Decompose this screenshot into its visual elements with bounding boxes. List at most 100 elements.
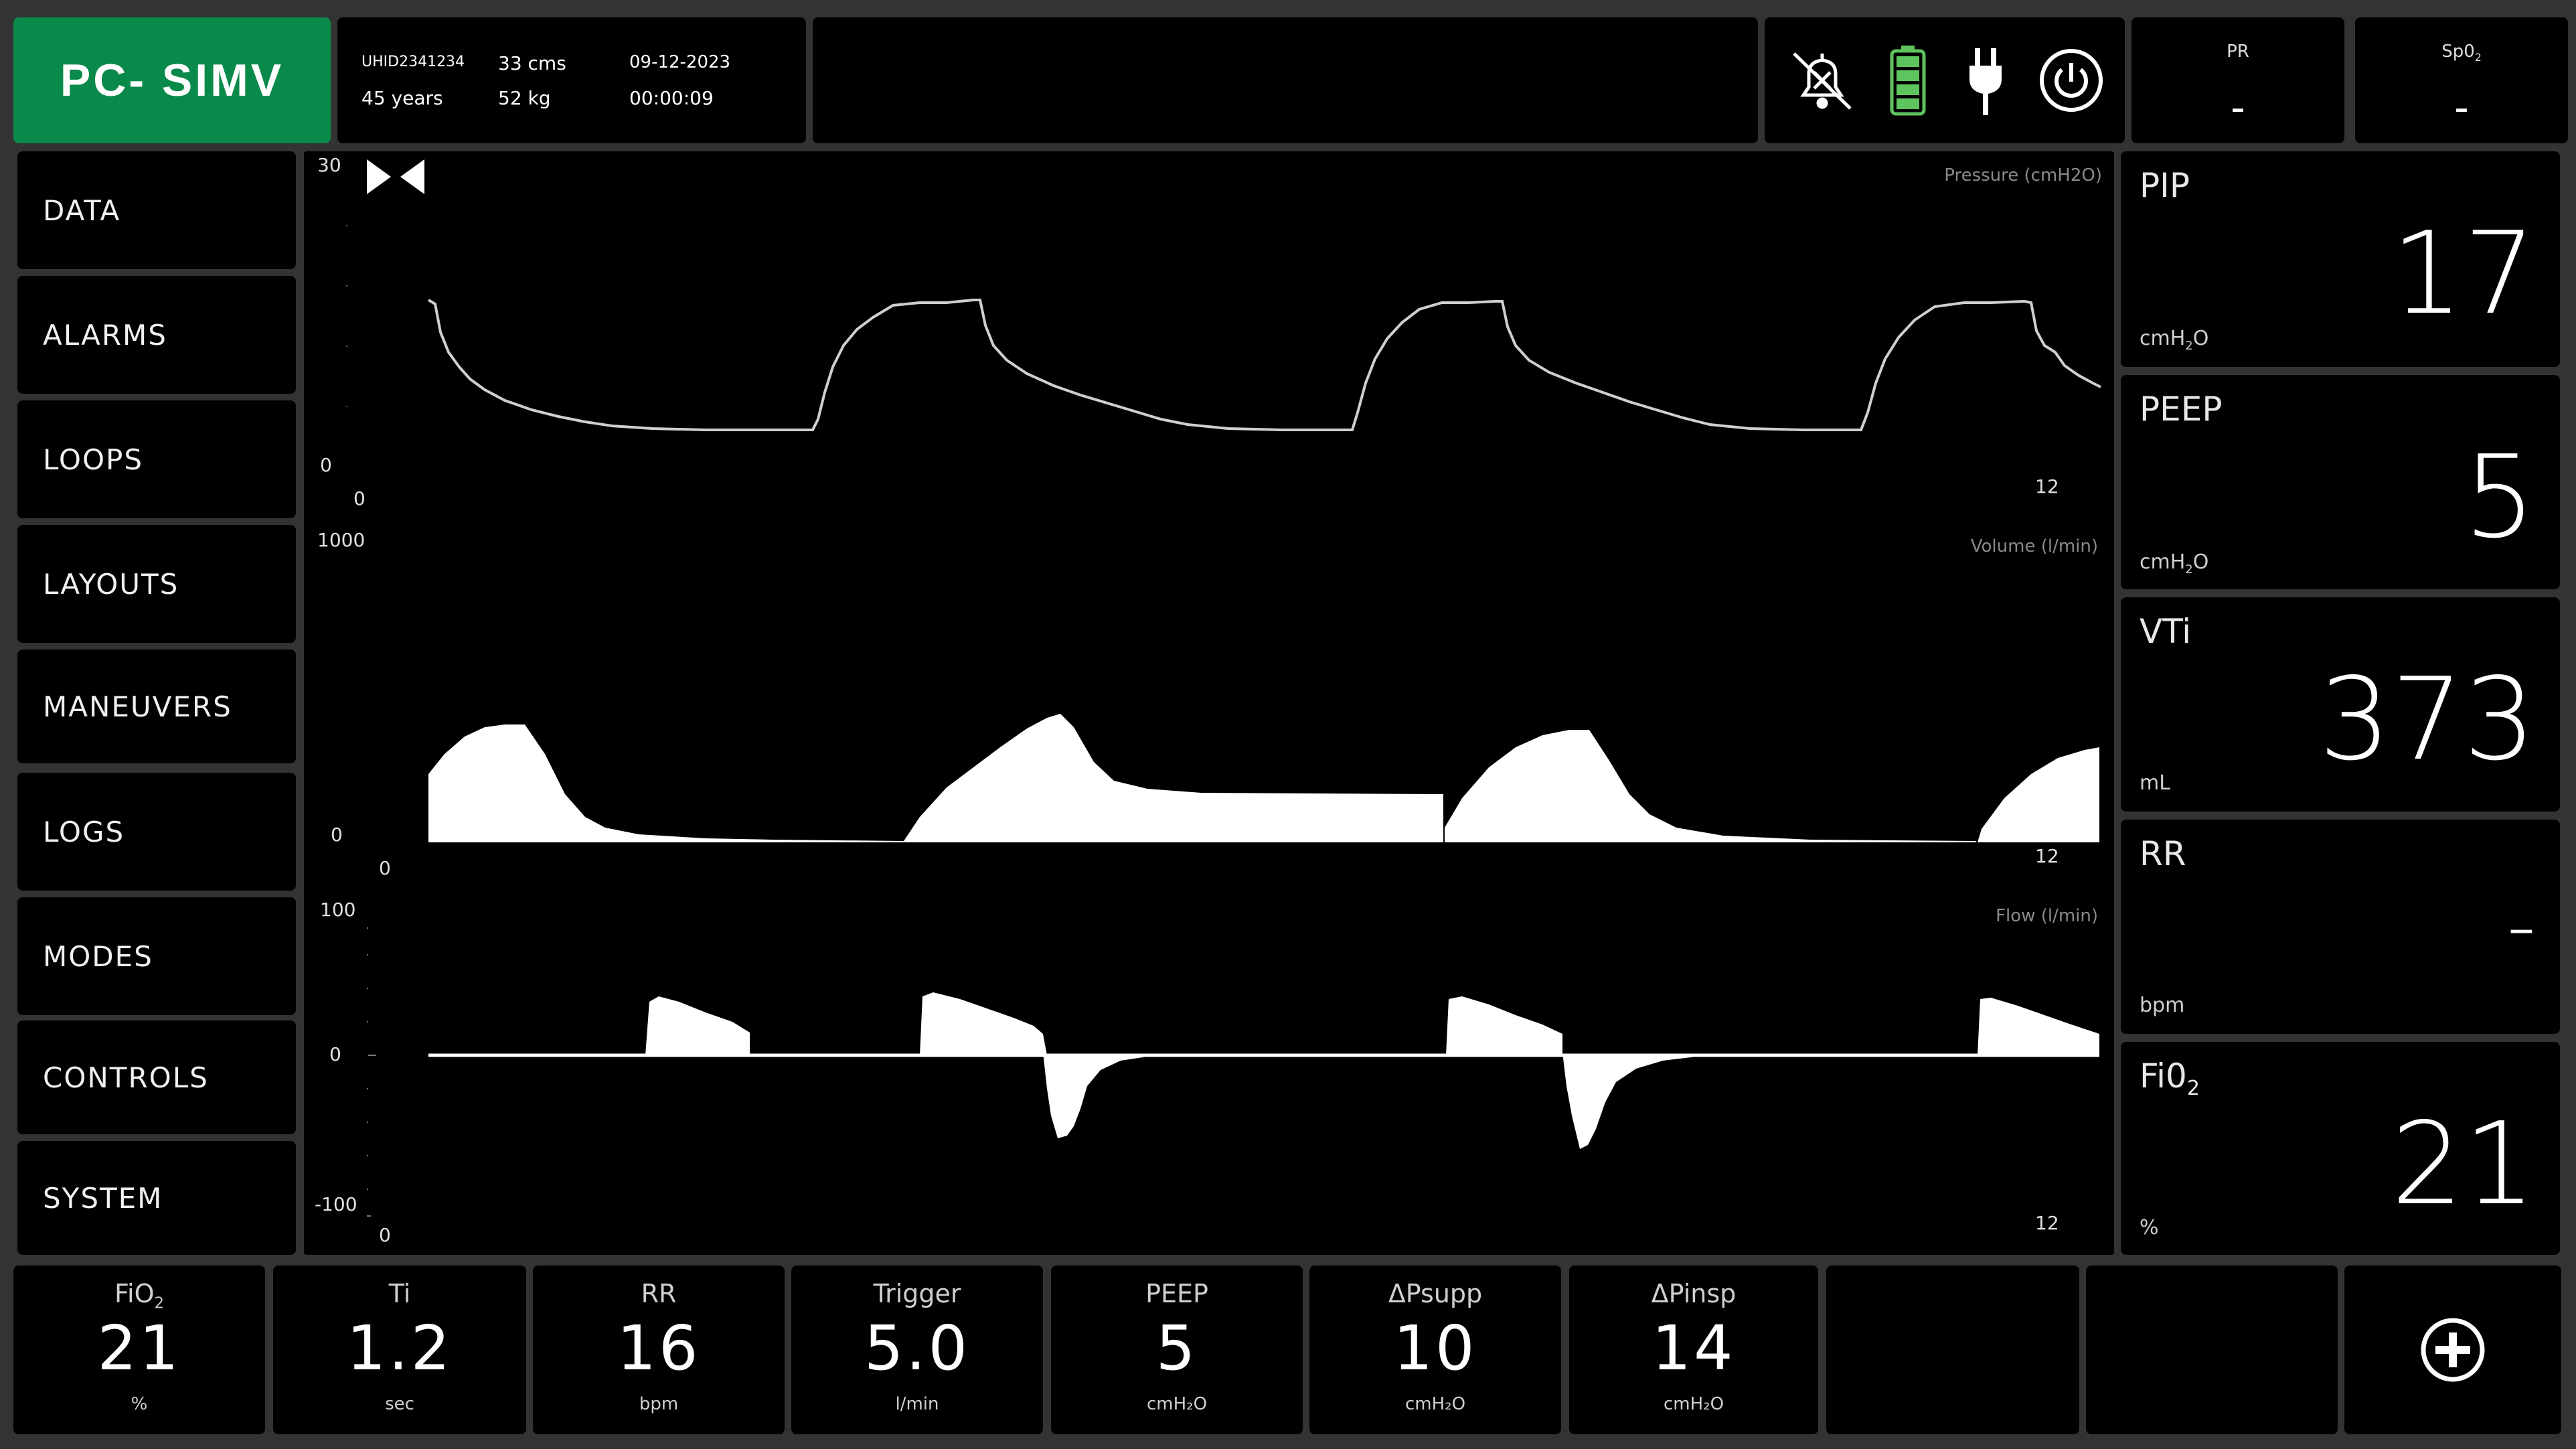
pip-value: 17	[2391, 208, 2536, 340]
control-unit: l/min	[895, 1394, 939, 1414]
waveform-canvas: Pressure (cmH2O) 30 0 0 12 Volume (l/min…	[315, 154, 2102, 1246]
vital-pip[interactable]: PIP 17 cmH2O	[2121, 151, 2560, 367]
spo2-display: Sp02 -	[2355, 17, 2568, 143]
spo2-value: -	[2454, 84, 2469, 131]
pressure-xmax: 12	[2035, 475, 2059, 498]
height: 33 cms	[498, 52, 566, 74]
volume-ymin: 0	[331, 824, 343, 846]
volume-xmin: 0	[379, 857, 391, 879]
pressure-trace	[427, 299, 2101, 431]
control-trigger[interactable]: Trigger 5.0 l/min	[791, 1266, 1043, 1434]
nav-system[interactable]: SYSTEM	[17, 1141, 296, 1255]
add-icon	[2419, 1316, 2486, 1386]
control-slot-empty-2[interactable]	[2086, 1266, 2338, 1434]
nav-logs[interactable]: LOGS	[17, 773, 296, 891]
flow-waveform: Flow (l/min) 100 0 -100 0 12	[315, 899, 2099, 1246]
rr-value: -	[2506, 880, 2536, 973]
control-pinsp[interactable]: ΔPinsp 14 cmH₂O	[1569, 1266, 1818, 1434]
pr-label: PR	[2227, 42, 2249, 62]
battery-icon	[1889, 44, 1927, 119]
pressure-ymin: 0	[320, 454, 332, 476]
peep-unit: cmH2O	[2140, 550, 2209, 577]
control-label: FiO2	[114, 1279, 165, 1312]
flow-ymid: 0	[329, 1043, 341, 1065]
control-rr[interactable]: RR 16 bpm	[533, 1266, 785, 1434]
nav-controls[interactable]: CONTROLS	[17, 1020, 296, 1134]
patient-info[interactable]: UHID2341234 45 years 33 cms 52 kg 09-12-…	[337, 17, 806, 143]
control-unit: cmH₂O	[1404, 1394, 1466, 1414]
date: 09-12-2023	[629, 52, 731, 72]
control-value: 10	[1393, 1312, 1477, 1384]
vti-value: 373	[2318, 654, 2536, 786]
weight: 52 kg	[498, 87, 551, 109]
control-unit: cmH₂O	[1663, 1394, 1724, 1414]
control-label: PEEP	[1145, 1279, 1208, 1308]
vti-unit: mL	[2140, 771, 2170, 795]
nav-modes[interactable]: MODES	[17, 897, 296, 1015]
vital-vti[interactable]: VTi 373 mL	[2121, 597, 2560, 812]
volume-xmax: 12	[2035, 845, 2059, 867]
vital-fio2[interactable]: Fi02 21 %	[2121, 1042, 2560, 1255]
control-peep[interactable]: PEEP 5 cmH₂O	[1051, 1266, 1303, 1434]
flow-ymax: 100	[320, 899, 355, 921]
pressure-xmin: 0	[353, 487, 366, 510]
nav-layouts[interactable]: LAYOUTS	[17, 525, 296, 643]
control-value: 5.0	[864, 1312, 971, 1384]
control-value: 16	[617, 1312, 701, 1384]
control-slot-empty-1[interactable]	[1826, 1266, 2079, 1434]
control-ti[interactable]: Ti 1.2 sec	[273, 1266, 526, 1434]
volume-trace	[428, 714, 1443, 842]
flow-ymin: -100	[315, 1193, 357, 1215]
rr-unit: bpm	[2140, 994, 2185, 1017]
nav-alarms[interactable]: ALARMS	[17, 276, 296, 394]
control-value: 14	[1652, 1312, 1736, 1384]
control-label: Ti	[388, 1279, 411, 1308]
nav-maneuvers[interactable]: MANEUVERS	[17, 650, 296, 763]
fio2-unit: %	[2140, 1216, 2159, 1239]
vital-peep[interactable]: PEEP 5 cmH2O	[2121, 375, 2560, 589]
nav-data[interactable]: DATA	[17, 151, 296, 269]
control-value: 21	[97, 1312, 181, 1384]
pressure-ymax: 30	[317, 154, 341, 176]
pressure-title: Pressure (cmH2O)	[1944, 165, 2102, 185]
uhid: UHID2341234	[361, 54, 465, 70]
volume-title: Volume (l/min)	[1971, 536, 2098, 556]
plug-icon	[1965, 47, 2006, 119]
age: 45 years	[361, 87, 443, 109]
control-unit: bpm	[639, 1394, 679, 1414]
elapsed-time: 00:00:09	[629, 87, 714, 109]
control-label: RR	[641, 1279, 677, 1308]
spo2-label: Sp02	[2441, 42, 2482, 64]
add-control-button[interactable]	[2344, 1266, 2561, 1434]
pip-label: PIP	[2140, 166, 2190, 205]
control-label: ΔPsupp	[1388, 1279, 1483, 1308]
status-icons-panel	[1765, 17, 2125, 143]
alarm-silenced-icon[interactable]	[1789, 47, 1856, 117]
mode-label: PC- SIMV	[60, 55, 285, 106]
control-fio2[interactable]: FiO2 21 %	[13, 1266, 265, 1434]
vital-rr[interactable]: RR - bpm	[2121, 820, 2560, 1034]
vti-label: VTi	[2140, 612, 2192, 651]
power-icon[interactable]	[2038, 47, 2105, 117]
header-spacer	[813, 17, 1758, 143]
ventilation-mode[interactable]: PC- SIMV	[13, 17, 331, 143]
flow-title: Flow (l/min)	[1996, 906, 2098, 926]
pip-unit: cmH2O	[2140, 327, 2209, 353]
freeze-icon[interactable]	[367, 159, 424, 194]
control-label: Trigger	[873, 1279, 961, 1308]
pr-display: PR -	[2131, 17, 2344, 143]
control-label: ΔPinsp	[1651, 1279, 1737, 1308]
volume-waveform: Volume (l/min) 1000 0 0 12	[317, 529, 2099, 879]
fio2-label: Fi02	[2140, 1057, 2200, 1100]
control-value: 1.2	[346, 1312, 453, 1384]
control-psupp[interactable]: ΔPsupp 10 cmH₂O	[1309, 1266, 1561, 1434]
nav-loops[interactable]: LOOPS	[17, 400, 296, 518]
fio2-value: 21	[2391, 1098, 2536, 1231]
control-value: 5	[1155, 1312, 1198, 1384]
rr-label: RR	[2140, 834, 2186, 873]
flow-xmin: 0	[379, 1224, 391, 1246]
pr-value: -	[2231, 84, 2245, 131]
control-unit: sec	[385, 1394, 414, 1414]
waveform-panel: Pressure (cmH2O) 30 0 0 12 Volume (l/min…	[304, 151, 2114, 1255]
control-unit: cmH₂O	[1146, 1394, 1208, 1414]
